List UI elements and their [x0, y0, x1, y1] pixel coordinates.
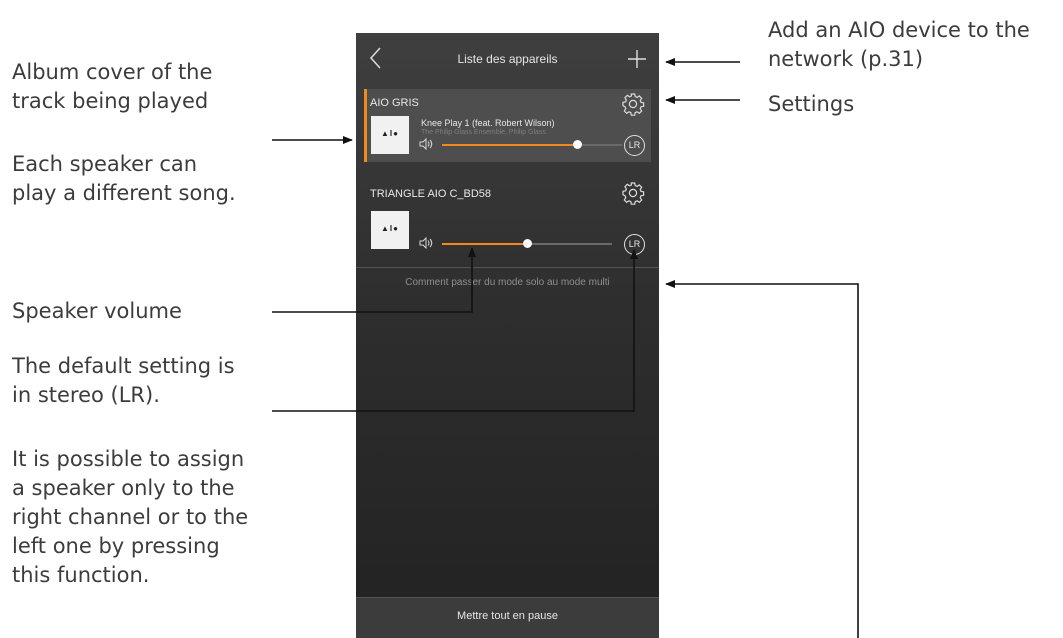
- volume-knob[interactable]: [523, 239, 532, 248]
- track-title: Knee Play 1 (feat. Robert Wilson): [421, 118, 555, 128]
- device-card-aio-gris[interactable]: AIO GRIS ▲I● Knee Play 1 (feat. Robert W…: [364, 89, 651, 162]
- annotation-speaker-volume: Speaker volume: [12, 299, 182, 323]
- volume-slider[interactable]: [442, 239, 612, 248]
- device-name: AIO GRIS: [370, 97, 419, 109]
- album-cover-logo: ▲I●: [381, 224, 399, 233]
- album-cover: ▲I●: [371, 211, 409, 249]
- gear-icon[interactable]: [621, 181, 645, 205]
- annotation-add-device: Add an AIO device to the network (p.31): [768, 18, 1030, 71]
- plus-icon[interactable]: [627, 49, 647, 69]
- speaker-volume-icon: [419, 237, 433, 249]
- annotation-each-speaker: Each speaker can play a different song.: [12, 152, 236, 205]
- annotation-album-cover: Album cover of the track being played: [12, 60, 213, 113]
- pause-all-button[interactable]: Mettre tout en pause: [356, 597, 659, 638]
- app-screen: Liste des appareils AIO GRIS ▲I● Knee Pl…: [356, 33, 659, 638]
- annotation-stereo-default: The default setting is in stereo (LR).: [12, 354, 235, 407]
- selected-indicator: [364, 89, 367, 162]
- annotation-assign-channel: It is possible to assign a speaker only …: [12, 447, 249, 587]
- divider: [356, 267, 659, 268]
- pause-all-label: Mettre tout en pause: [457, 610, 558, 622]
- speaker-volume-icon: [419, 138, 433, 150]
- device-name: TRIANGLE AIO C_BD58: [370, 188, 492, 200]
- nav-bar: Liste des appareils: [356, 33, 659, 85]
- volume-slider[interactable]: [442, 140, 622, 149]
- album-cover-logo: ▲I●: [381, 129, 399, 138]
- annotation-settings: Settings: [768, 92, 855, 116]
- volume-knob[interactable]: [573, 140, 582, 149]
- gear-icon[interactable]: [621, 92, 645, 116]
- page-title: Liste des appareils: [457, 52, 558, 66]
- volume-fill: [442, 243, 527, 245]
- channel-lr-button[interactable]: LR: [624, 135, 645, 156]
- device-card-triangle-aio[interactable]: TRIANGLE AIO C_BD58 ▲I● LR: [364, 178, 651, 260]
- album-cover: ▲I●: [371, 116, 409, 154]
- track-artist: The Philip Glass Ensemble, Philip Glass: [421, 129, 546, 136]
- arrow-help-link: [665, 280, 859, 638]
- volume-fill: [442, 144, 577, 146]
- channel-lr-button[interactable]: LR: [624, 234, 645, 255]
- help-link[interactable]: Comment passer du mode solo au mode mult…: [356, 277, 659, 288]
